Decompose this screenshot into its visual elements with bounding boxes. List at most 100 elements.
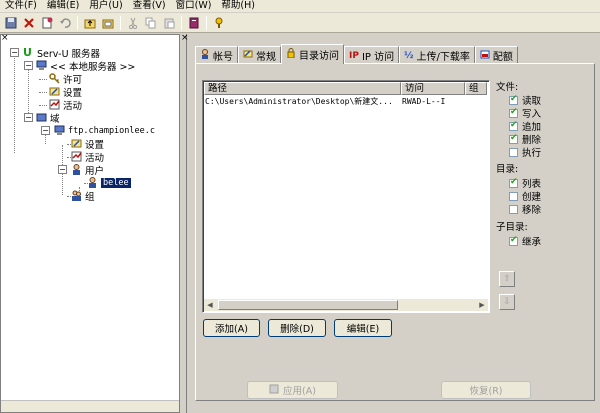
add-button[interactable]: 添加(A) [203, 319, 260, 337]
checkbox-label: 追加 [522, 122, 542, 133]
tree-node-label: 设置 [63, 87, 83, 99]
cell-path: C:\Users\Administrator\Desktop\新建文... [205, 97, 393, 106]
tree-collapse-toggle[interactable]: − [41, 126, 50, 135]
tab-directory-access[interactable]: 目录访问 [281, 44, 344, 64]
copy-icon[interactable] [142, 14, 160, 32]
menu-edit[interactable]: 编辑(E) [42, 0, 84, 12]
edit-button[interactable]: 编辑(E) [334, 319, 392, 337]
checkbox-label: 执行 [522, 148, 542, 159]
save-icon[interactable] [2, 14, 20, 32]
scroll-thumb[interactable] [218, 300, 398, 310]
folder-icon[interactable] [99, 14, 117, 32]
menu-window[interactable]: 窗口(W) [171, 0, 217, 12]
tab-quota[interactable]: 配额 [474, 46, 518, 64]
tree-node-user-belee[interactable]: belee [87, 176, 131, 189]
checkbox-box[interactable] [509, 147, 518, 157]
menu-file[interactable]: 文件(F) [0, 0, 42, 12]
domain-computer-icon [54, 125, 65, 136]
new-icon[interactable] [38, 14, 56, 32]
computer-icon [36, 60, 47, 71]
directory-list[interactable]: 路径 访问 组 C:\Users\Administrator\Desktop\新… [202, 80, 490, 313]
checkbox-append[interactable]: 追加 [509, 119, 541, 133]
tab-ratio[interactable]: ½ 上传/下载率 [399, 46, 475, 64]
scroll-left-icon[interactable]: ◀ [204, 299, 216, 311]
tree-node-label: Serv-U 服务器 [37, 48, 101, 60]
close-icon[interactable]: × [1, 34, 9, 43]
apply-icon [269, 384, 279, 397]
checkbox-write[interactable]: 写入 [509, 106, 541, 120]
column-group[interactable]: 组 [465, 82, 487, 95]
checkbox-box[interactable] [509, 191, 518, 201]
tree-node-domain-activity[interactable]: 活动 [71, 150, 104, 164]
checkbox-list[interactable]: 列表 [509, 176, 541, 190]
checkbox-box[interactable] [509, 94, 518, 105]
subdirs-group-title: 子目录: [496, 222, 528, 233]
tab-general[interactable]: 常规 [238, 46, 281, 64]
tree-collapse-toggle[interactable]: − [24, 61, 33, 70]
tree-node-label: ftp.championlee.c [68, 125, 155, 136]
menu-view[interactable]: 查看(V) [128, 0, 171, 12]
checkbox-label: 读取 [522, 96, 542, 107]
apply-label: 应用(A) [283, 386, 316, 397]
account-icon [200, 49, 210, 62]
checkbox-remove[interactable]: 移除 [509, 202, 541, 216]
checkbox-execute[interactable]: 执行 [509, 145, 541, 159]
checkbox-box[interactable] [509, 177, 518, 188]
close-icon[interactable]: × [181, 34, 189, 43]
revert-button[interactable]: 恢复(R) [441, 381, 531, 399]
checkbox-box[interactable] [509, 120, 518, 131]
user-icon [87, 177, 98, 188]
tree-node-domain-settings[interactable]: 设置 [71, 137, 104, 151]
tree-line [39, 79, 47, 80]
tab-label: 上传/下载率 [416, 52, 470, 63]
paste-icon[interactable] [160, 14, 178, 32]
menu-help[interactable]: 帮助(H) [216, 0, 260, 12]
checkbox-label: 删除 [522, 135, 542, 146]
checkbox-read[interactable]: 读取 [509, 93, 541, 107]
checkbox-box[interactable] [509, 235, 518, 246]
book-icon[interactable] [185, 14, 203, 32]
tree-node-settings[interactable]: 设置 [49, 85, 83, 99]
tree-node-activity[interactable]: 活动 [49, 98, 82, 112]
tree-collapse-toggle[interactable]: − [10, 48, 19, 57]
undo-icon[interactable] [56, 14, 74, 32]
table-row[interactable]: C:\Users\Administrator\Desktop\新建文... RW… [205, 96, 488, 107]
tree-node-local-server[interactable]: << 本地服务器 >> [36, 59, 136, 73]
tree-node-users[interactable]: 用户 [71, 163, 104, 177]
tree-node-label: 域 [50, 113, 60, 125]
delete-icon[interactable] [20, 14, 38, 32]
tree-horizontal-scrollbar[interactable] [1, 400, 179, 412]
help-icon[interactable] [210, 14, 228, 32]
move-down-button[interactable]: ⇩ [499, 294, 515, 310]
arrow-up-icon: ⇧ [503, 274, 511, 284]
tree-node-groups[interactable]: 组 [71, 189, 95, 203]
move-up-button[interactable]: ⇧ [499, 271, 515, 287]
checkbox-box[interactable] [509, 133, 518, 144]
list-horizontal-scrollbar[interactable]: ◀ ▶ [204, 299, 488, 311]
tree-collapse-toggle[interactable]: − [24, 113, 33, 122]
menu-user[interactable]: 用户(U) [84, 0, 127, 12]
tree-node-license[interactable]: 许可 [49, 72, 82, 86]
tree-node-label: << 本地服务器 >> [50, 61, 136, 73]
column-access[interactable]: 访问 [401, 82, 465, 95]
list-header: 路径 访问 组 [204, 82, 487, 95]
scroll-right-icon[interactable]: ▶ [476, 299, 488, 311]
activity-icon [49, 99, 60, 110]
up-folder-icon[interactable] [81, 14, 99, 32]
tree-collapse-toggle[interactable]: − [58, 165, 67, 174]
cut-icon[interactable] [124, 14, 142, 32]
tree-node-serv-u[interactable]: U Serv-U 服务器 [23, 46, 101, 60]
tab-ip-access[interactable]: IP IP 访问 [344, 46, 400, 64]
checkbox-box[interactable] [509, 204, 518, 214]
checkbox-delete[interactable]: 删除 [509, 132, 541, 146]
checkbox-inherit[interactable]: 继承 [509, 234, 541, 248]
tree-node-domains[interactable]: 域 [36, 111, 60, 125]
checkbox-box[interactable] [509, 107, 518, 118]
delete-button[interactable]: 删除(D) [268, 319, 326, 337]
checkbox-create[interactable]: 创建 [509, 189, 541, 203]
tree-node-domain[interactable]: ftp.championlee.c [54, 124, 155, 137]
apply-button[interactable]: 应用(A) [247, 381, 338, 399]
tab-account[interactable]: 帐号 [195, 46, 238, 64]
toolbar-separator [181, 15, 182, 30]
column-path[interactable]: 路径 [204, 82, 401, 95]
